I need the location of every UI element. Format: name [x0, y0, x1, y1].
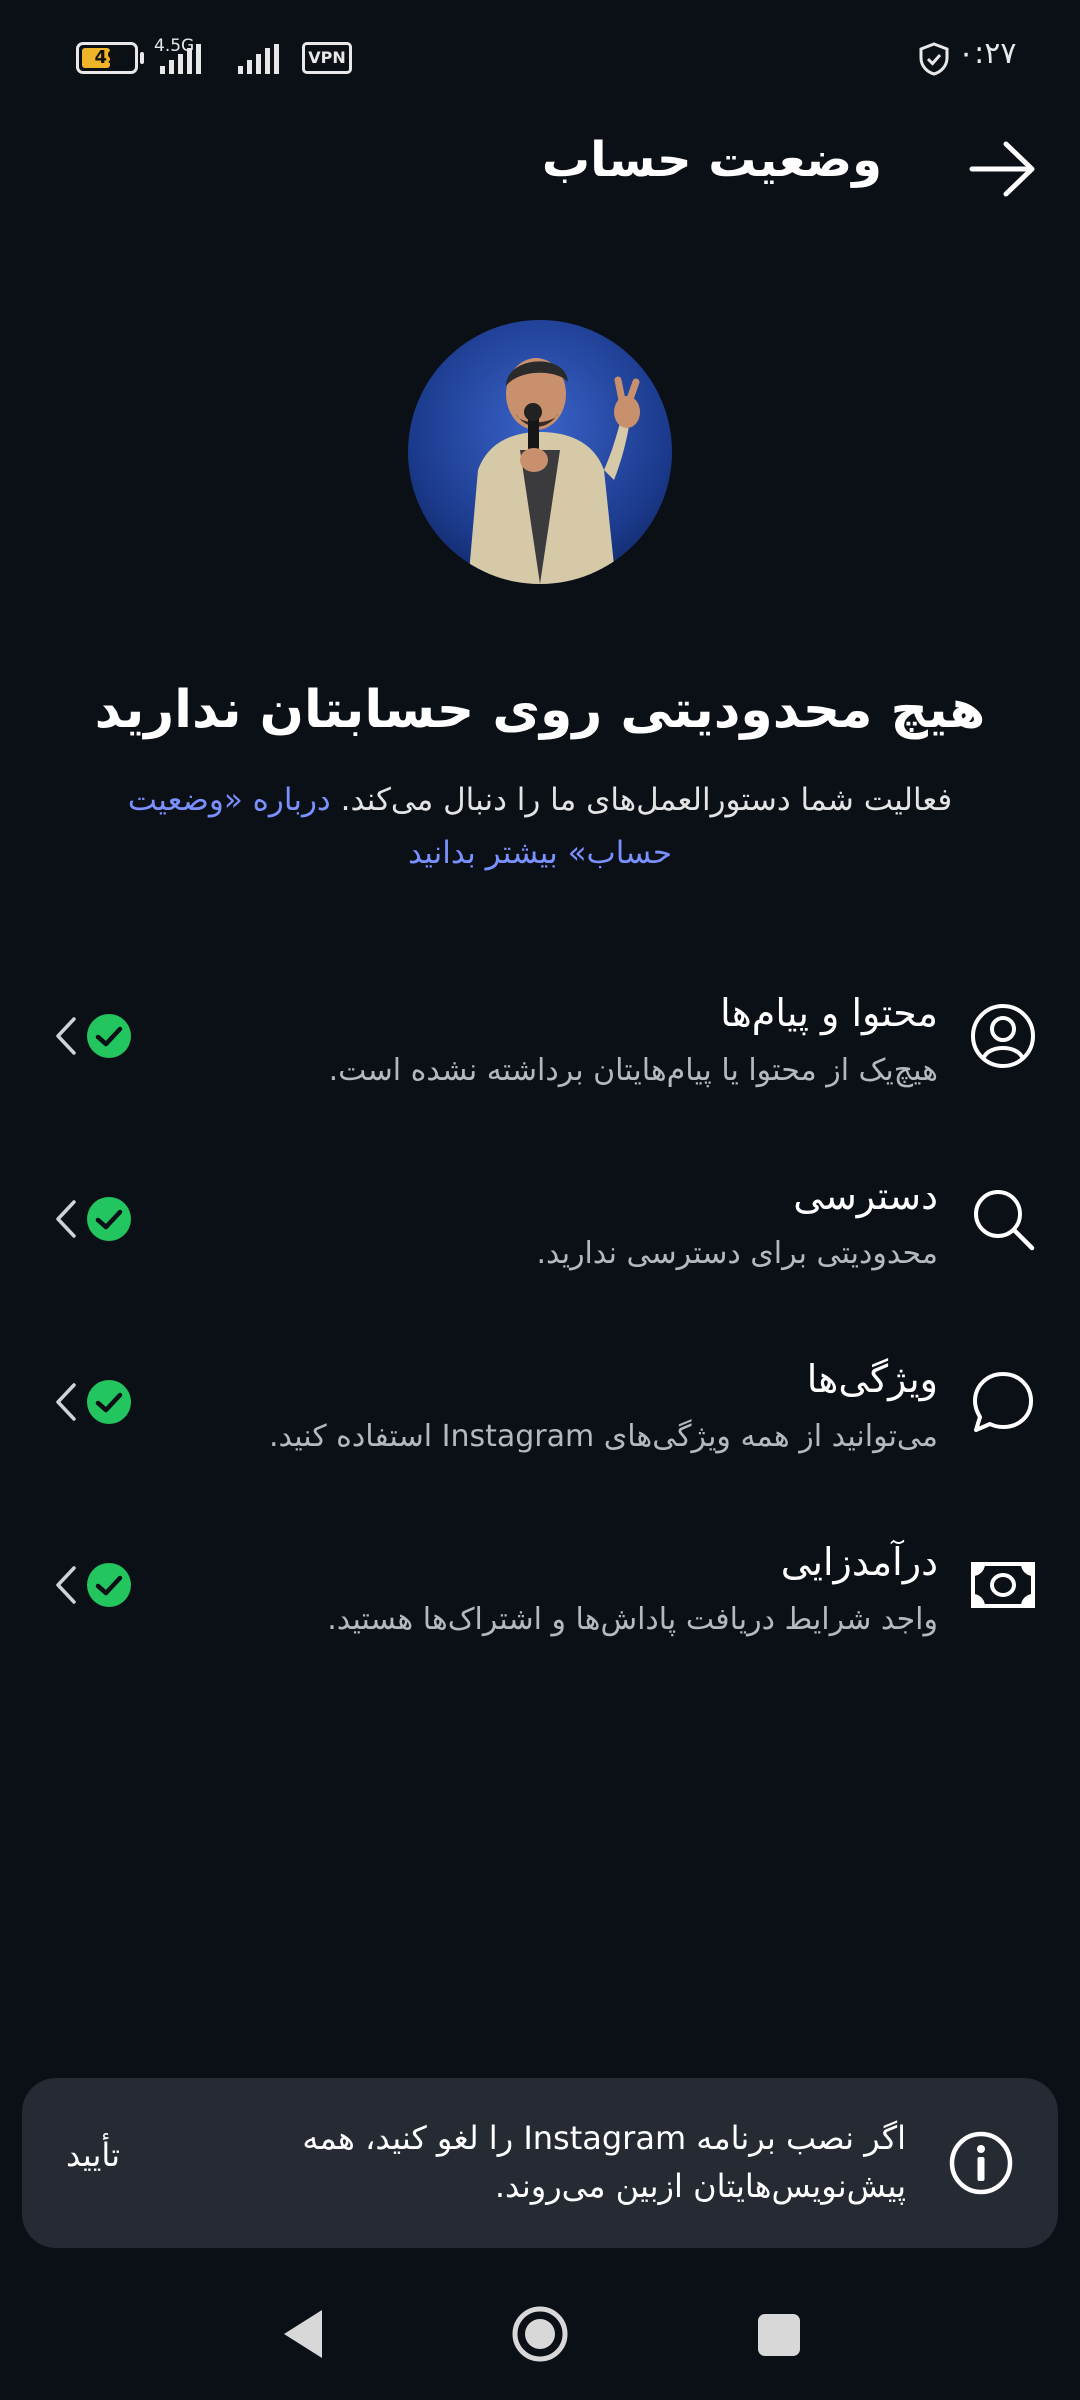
row-access[interactable]: دسترسی محدودیتی برای دسترسی ندارید. — [0, 1158, 1080, 1308]
nav-recent-apps-icon[interactable] — [758, 2314, 800, 2356]
page-title: وضعیت حساب — [541, 132, 882, 188]
row-title: ویژگی‌ها — [806, 1357, 938, 1401]
battery-tip — [140, 52, 144, 64]
back-arrow-icon[interactable] — [968, 138, 1038, 200]
chevron-left-icon — [56, 1017, 76, 1055]
row-content-and-messages[interactable]: محتوا و پیام‌ها هیچ‌یک از محتوا یا پیام‌… — [0, 975, 1080, 1125]
clock: ۰:۲۷ — [958, 36, 1017, 71]
snackbar-message: اگر نصب برنامه Instagram را لغو کنید، هم… — [302, 2119, 906, 2205]
check-circle-icon — [87, 1197, 131, 1241]
row-description: هیچ‌یک از محتوا یا پیام‌هایتان برداشته ن… — [328, 1053, 938, 1088]
status-bar: 49 4.5G VPN ۰:۲۷ — [0, 0, 1080, 110]
status-description: فعالیت شما دستورالعمل‌های ما را دنبال می… — [96, 774, 984, 880]
check-circle-icon — [87, 1380, 131, 1424]
avatar — [408, 320, 672, 584]
row-description: می‌توانید از همه ویژگی‌های Instagram است… — [268, 1419, 938, 1454]
vpn-badge: VPN — [302, 42, 352, 74]
search-icon — [974, 1190, 1035, 1251]
nav-back-icon[interactable] — [278, 2306, 330, 2362]
status-text: فعالیت شما دستورالعمل‌های ما را دنبال می… — [340, 782, 953, 818]
nav-home-icon[interactable] — [512, 2306, 568, 2362]
snackbar: اگر نصب برنامه Instagram را لغو کنید، هم… — [22, 2078, 1058, 2248]
row-title: درآمدزایی — [780, 1540, 938, 1584]
money-icon — [971, 1562, 1035, 1608]
user-circle-icon — [971, 1004, 1035, 1068]
chevron-left-icon — [56, 1200, 76, 1238]
status-headline: هیچ محدودیتی روی حسابتان ندارید — [94, 680, 986, 740]
row-monetization[interactable]: درآمدزایی واجد شرایط دریافت پاداش‌ها و ا… — [0, 1524, 1080, 1674]
row-description: واجد شرایط دریافت پاداش‌ها و اشتراک‌ها ه… — [327, 1602, 938, 1637]
row-description: محدودیتی برای دسترسی ندارید. — [536, 1236, 938, 1271]
shield-icon — [919, 42, 949, 76]
chevron-left-icon — [56, 1383, 76, 1421]
signal-icon — [160, 44, 201, 74]
chevron-left-icon — [56, 1566, 76, 1604]
battery-icon: 49 — [76, 42, 138, 74]
row-title: دسترسی — [793, 1174, 938, 1218]
check-circle-icon — [87, 1014, 131, 1058]
chat-bubble-icon — [973, 1372, 1033, 1432]
check-circle-icon — [87, 1563, 131, 1607]
battery-level: 49 — [94, 47, 120, 68]
row-title: محتوا و پیام‌ها — [720, 991, 938, 1035]
row-features[interactable]: ویژگی‌ها می‌توانید از همه ویژگی‌های Inst… — [0, 1341, 1080, 1491]
confirm-button[interactable]: تأیید — [66, 2136, 120, 2174]
info-icon — [949, 2131, 1013, 2195]
signal-icon — [238, 44, 279, 74]
